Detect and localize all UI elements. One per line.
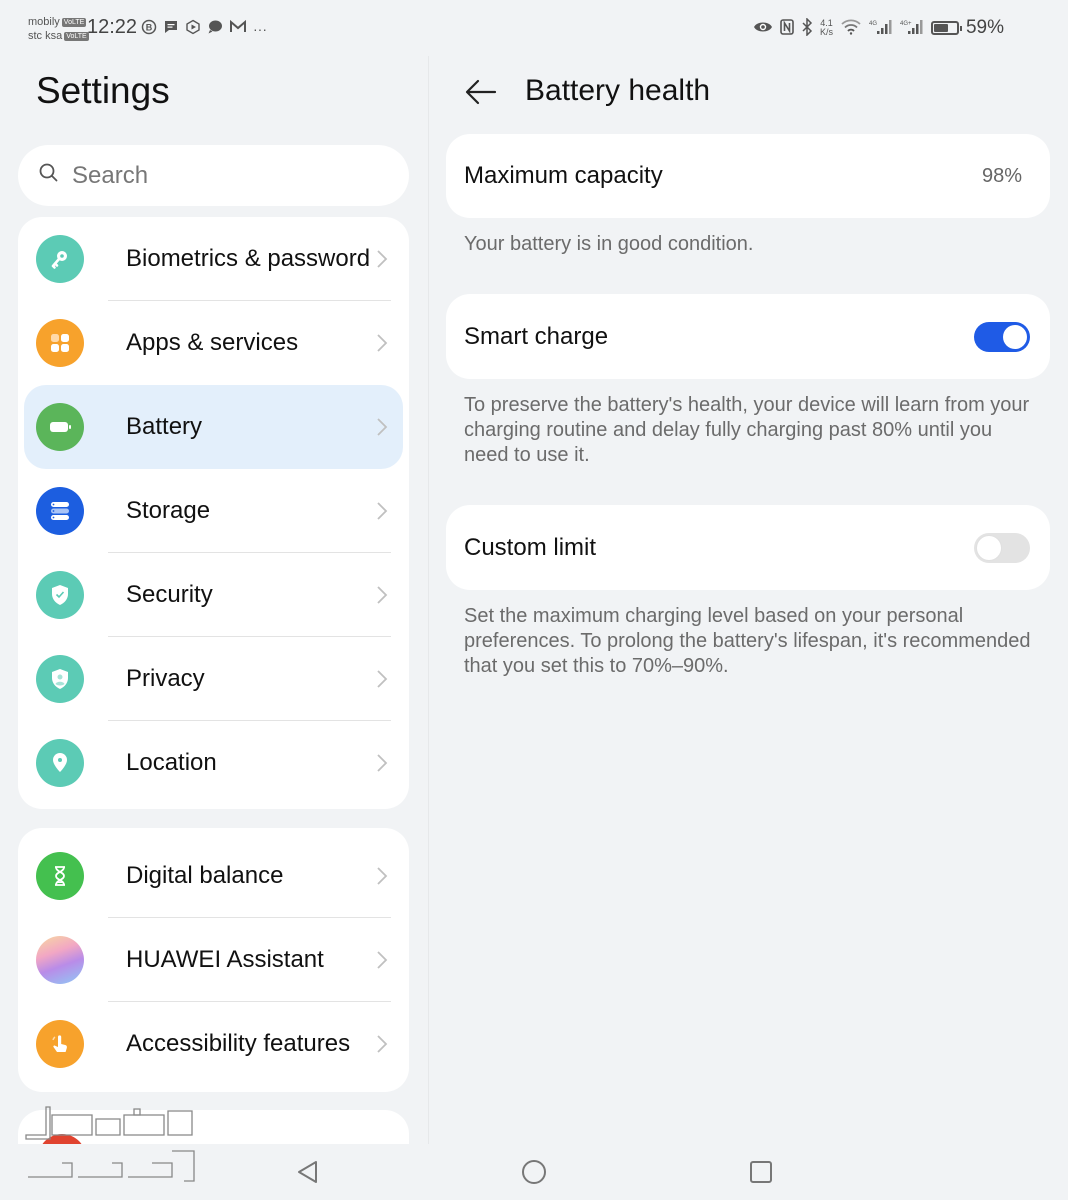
search-bar[interactable] xyxy=(18,145,409,206)
eye-comfort-icon xyxy=(753,20,773,37)
maximum-capacity-label: Maximum capacity xyxy=(464,162,663,189)
settings-item-accessibility[interactable]: Accessibility features xyxy=(18,1002,409,1086)
settings-item-biometrics[interactable]: Biometrics & password xyxy=(18,217,409,301)
chevron-right-icon xyxy=(375,1033,389,1055)
network-speed: 4.1 K/s xyxy=(819,18,833,37)
nav-home-button[interactable] xyxy=(520,1158,548,1186)
signal-4g-plus-icon: 4G+ xyxy=(900,19,924,38)
settings-item-label: Accessibility features xyxy=(126,1030,351,1057)
storage-icon xyxy=(36,487,84,535)
bluetooth-icon xyxy=(801,16,813,39)
carrier-1-name: mobily xyxy=(28,16,60,28)
location-pin-icon xyxy=(36,739,84,787)
settings-item-storage[interactable]: Storage xyxy=(18,469,409,553)
chevron-right-icon xyxy=(375,949,389,971)
back-arrow-icon[interactable] xyxy=(463,74,499,110)
search-icon xyxy=(38,162,60,189)
custom-limit-label: Custom limit xyxy=(464,533,597,561)
chevron-right-icon xyxy=(375,865,389,887)
chat-bubble-icon xyxy=(207,19,223,39)
settings-item-label: Privacy xyxy=(126,665,205,692)
svg-text:B: B xyxy=(146,23,153,33)
status-bar: mobily VoLTE stc ksa VoLTE 12:22 B ··· 4… xyxy=(0,0,1068,56)
settings-item-label: Apps & services xyxy=(126,329,299,356)
gmail-icon xyxy=(229,19,247,39)
settings-item-label: Storage xyxy=(126,497,211,524)
settings-item-location[interactable]: Location xyxy=(18,721,409,805)
settings-item-label: HUAWEI Assistant xyxy=(126,946,324,973)
privacy-shield-icon xyxy=(36,655,84,703)
hand-tap-icon xyxy=(36,1020,84,1068)
chevron-right-icon xyxy=(375,668,389,690)
toggle-knob xyxy=(977,535,1001,560)
watermark-logo xyxy=(25,1106,195,1182)
settings-item-label: Location xyxy=(126,749,217,776)
smart-charge-toggle[interactable] xyxy=(974,321,1030,352)
settings-item-privacy[interactable]: Privacy xyxy=(18,637,409,721)
chevron-right-icon xyxy=(375,248,389,270)
chevron-right-icon xyxy=(375,332,389,354)
carrier-info: mobily VoLTE stc ksa VoLTE xyxy=(28,15,89,43)
custom-limit-description: Set the maximum charging level based on … xyxy=(464,605,1031,677)
smart-charge-card[interactable]: Smart charge xyxy=(446,294,1050,379)
settings-group-2: Digital balance HUAWEI Assistant Accessi… xyxy=(18,828,409,1092)
signal-4g-icon: 4G xyxy=(869,19,893,38)
settings-item-huawei-assistant[interactable]: HUAWEI Assistant xyxy=(18,918,409,1002)
more-icon: ··· xyxy=(253,21,267,37)
volte-badge: VoLTE xyxy=(61,17,87,27)
battery-condition-text: Your battery is in good condition. xyxy=(464,233,754,255)
battery-percent: 59% xyxy=(965,17,1004,38)
notification-icons: B ··· xyxy=(141,19,267,39)
page-title: Battery health xyxy=(525,74,711,107)
browser-icon xyxy=(185,19,201,39)
battery-health-pane: Battery health Maximum capacity 98% Your… xyxy=(429,56,1068,1144)
battery-status-icon xyxy=(930,21,962,35)
settings-group-1: Biometrics & password Apps & services Ba… xyxy=(18,217,409,809)
settings-item-apps-services[interactable]: Apps & services xyxy=(18,301,409,385)
page-title: Settings xyxy=(36,70,170,111)
clock: 12:22 xyxy=(87,16,138,38)
nfc-icon xyxy=(780,18,794,38)
settings-item-label: Battery xyxy=(126,413,203,440)
settings-pane: Settings Biometrics & password Apps & se… xyxy=(0,56,428,1170)
apps-grid-icon xyxy=(36,319,84,367)
chevron-right-icon xyxy=(375,752,389,774)
system-icons: 4.1 K/s 4G 4G+ 59% xyxy=(753,16,1004,39)
custom-limit-card[interactable]: Custom limit xyxy=(446,505,1050,590)
search-input[interactable] xyxy=(72,161,372,190)
nav-recents-button[interactable] xyxy=(747,1158,775,1186)
custom-limit-toggle[interactable] xyxy=(974,532,1030,563)
smart-charge-description: To preserve the battery's health, your d… xyxy=(464,394,1030,466)
carrier-2-name: stc ksa xyxy=(28,30,63,42)
hourglass-icon xyxy=(36,852,84,900)
huawei-assistant-icon xyxy=(36,936,84,984)
battery-icon xyxy=(36,403,84,451)
svg-text:4G: 4G xyxy=(869,21,877,27)
svg-text:4G+: 4G+ xyxy=(900,21,912,27)
maximum-capacity-value: 98% xyxy=(981,164,1022,187)
message-icon xyxy=(163,19,179,39)
key-icon xyxy=(36,235,84,283)
settings-item-label: Security xyxy=(126,581,213,608)
maximum-capacity-card: Maximum capacity 98% xyxy=(446,134,1050,218)
wifi-icon xyxy=(840,19,862,38)
settings-item-label: Biometrics & password xyxy=(126,245,371,272)
chevron-right-icon xyxy=(375,416,389,438)
chevron-right-icon xyxy=(375,584,389,606)
business-icon: B xyxy=(141,19,157,39)
smart-charge-label: Smart charge xyxy=(464,322,609,350)
chevron-right-icon xyxy=(375,500,389,522)
settings-item-battery[interactable]: Battery xyxy=(18,385,409,469)
shield-check-icon xyxy=(36,571,84,619)
toggle-knob xyxy=(1003,324,1027,349)
volte-badge: VoLTE xyxy=(64,31,89,41)
settings-item-digital-balance[interactable]: Digital balance xyxy=(18,834,409,918)
settings-item-security[interactable]: Security xyxy=(18,553,409,637)
settings-item-label: Digital balance xyxy=(126,862,284,889)
nav-back-button[interactable] xyxy=(294,1158,322,1186)
